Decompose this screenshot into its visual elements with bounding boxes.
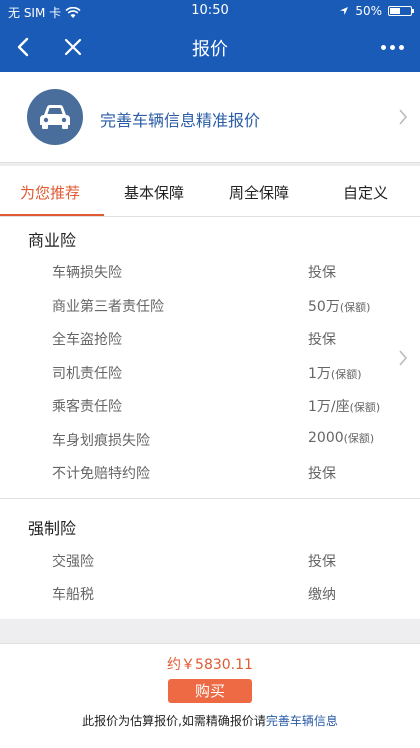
purchase-footer: 约￥5830.11 购买 此报价为估算报价,如需精确报价请完善车辆信息 bbox=[0, 643, 420, 748]
item-value: 投保 bbox=[308, 332, 336, 348]
item-name: 全车盗抢险 bbox=[52, 332, 122, 348]
item-name: 商业第三者责任险 bbox=[52, 299, 164, 315]
nav-bar: 报价 bbox=[0, 22, 420, 72]
item-name: 交强险 bbox=[52, 554, 94, 570]
buy-button[interactable]: 购买 bbox=[168, 679, 252, 703]
battery-icon bbox=[388, 6, 414, 16]
vehicle-info-banner[interactable]: 完善车辆信息精准报价 bbox=[0, 72, 420, 163]
car-glyph bbox=[40, 105, 70, 129]
more-dot-icon bbox=[398, 44, 404, 50]
estimated-price: 约￥5830.11 bbox=[167, 657, 253, 673]
item-value: 2000(保额) bbox=[308, 430, 375, 446]
item-value: 缴纳 bbox=[308, 587, 336, 603]
plan-tabs: 为您推荐 基本保障 周全保障 自定义 bbox=[0, 166, 420, 217]
estimate-note: 此报价为估算报价,如需精确报价请完善车辆信息 bbox=[0, 712, 420, 729]
item-value: 50万(保额) bbox=[308, 299, 371, 315]
tab-comprehensive[interactable]: 周全保障 bbox=[229, 182, 289, 203]
section-divider bbox=[0, 498, 420, 499]
battery-fill bbox=[390, 8, 400, 14]
status-bar: 无 SIM 卡 10:50 50% bbox=[0, 0, 420, 22]
chevron-right-icon bbox=[399, 109, 408, 125]
tab-basic[interactable]: 基本保障 bbox=[124, 182, 184, 203]
complete-vehicle-info-link[interactable]: 完善车辆信息 bbox=[266, 714, 338, 728]
item-value: 1万(保额) bbox=[308, 366, 362, 382]
car-icon bbox=[27, 89, 83, 145]
more-button[interactable] bbox=[374, 32, 410, 62]
item-name: 司机责任险 bbox=[52, 366, 122, 382]
more-dot-icon bbox=[389, 44, 395, 50]
active-tab-indicator bbox=[0, 214, 104, 216]
section-title-commercial: 商业险 bbox=[28, 231, 77, 250]
chevron-right-icon[interactable] bbox=[398, 349, 408, 367]
battery-percent: 50% bbox=[355, 4, 382, 18]
item-name: 车船税 bbox=[52, 587, 94, 603]
item-name: 车身划痕损失险 bbox=[52, 433, 150, 449]
insurance-list[interactable]: 商业险 车辆损失险 投保 商业第三者责任险 50万(保额) 全车盗抢险 投保 司… bbox=[0, 217, 420, 619]
item-value: 投保 bbox=[308, 554, 336, 570]
item-name: 不计免赔特约险 bbox=[52, 466, 150, 482]
banner-text: 完善车辆信息精准报价 bbox=[100, 111, 261, 130]
item-value: 投保 bbox=[308, 466, 336, 482]
status-right: 50% bbox=[339, 4, 414, 18]
item-name: 乘客责任险 bbox=[52, 399, 122, 415]
tab-recommended[interactable]: 为您推荐 bbox=[20, 182, 80, 203]
note-text: 此报价为估算报价,如需精确报价请 bbox=[82, 714, 266, 728]
section-title-compulsory: 强制险 bbox=[28, 519, 77, 538]
page-title: 报价 bbox=[192, 39, 228, 60]
item-value: 1万/座(保额) bbox=[308, 399, 381, 415]
item-value: 投保 bbox=[308, 265, 336, 281]
tab-custom[interactable]: 自定义 bbox=[343, 182, 388, 203]
more-dot-icon bbox=[380, 44, 386, 50]
item-name: 车辆损失险 bbox=[52, 265, 122, 281]
location-arrow-icon bbox=[340, 7, 349, 15]
